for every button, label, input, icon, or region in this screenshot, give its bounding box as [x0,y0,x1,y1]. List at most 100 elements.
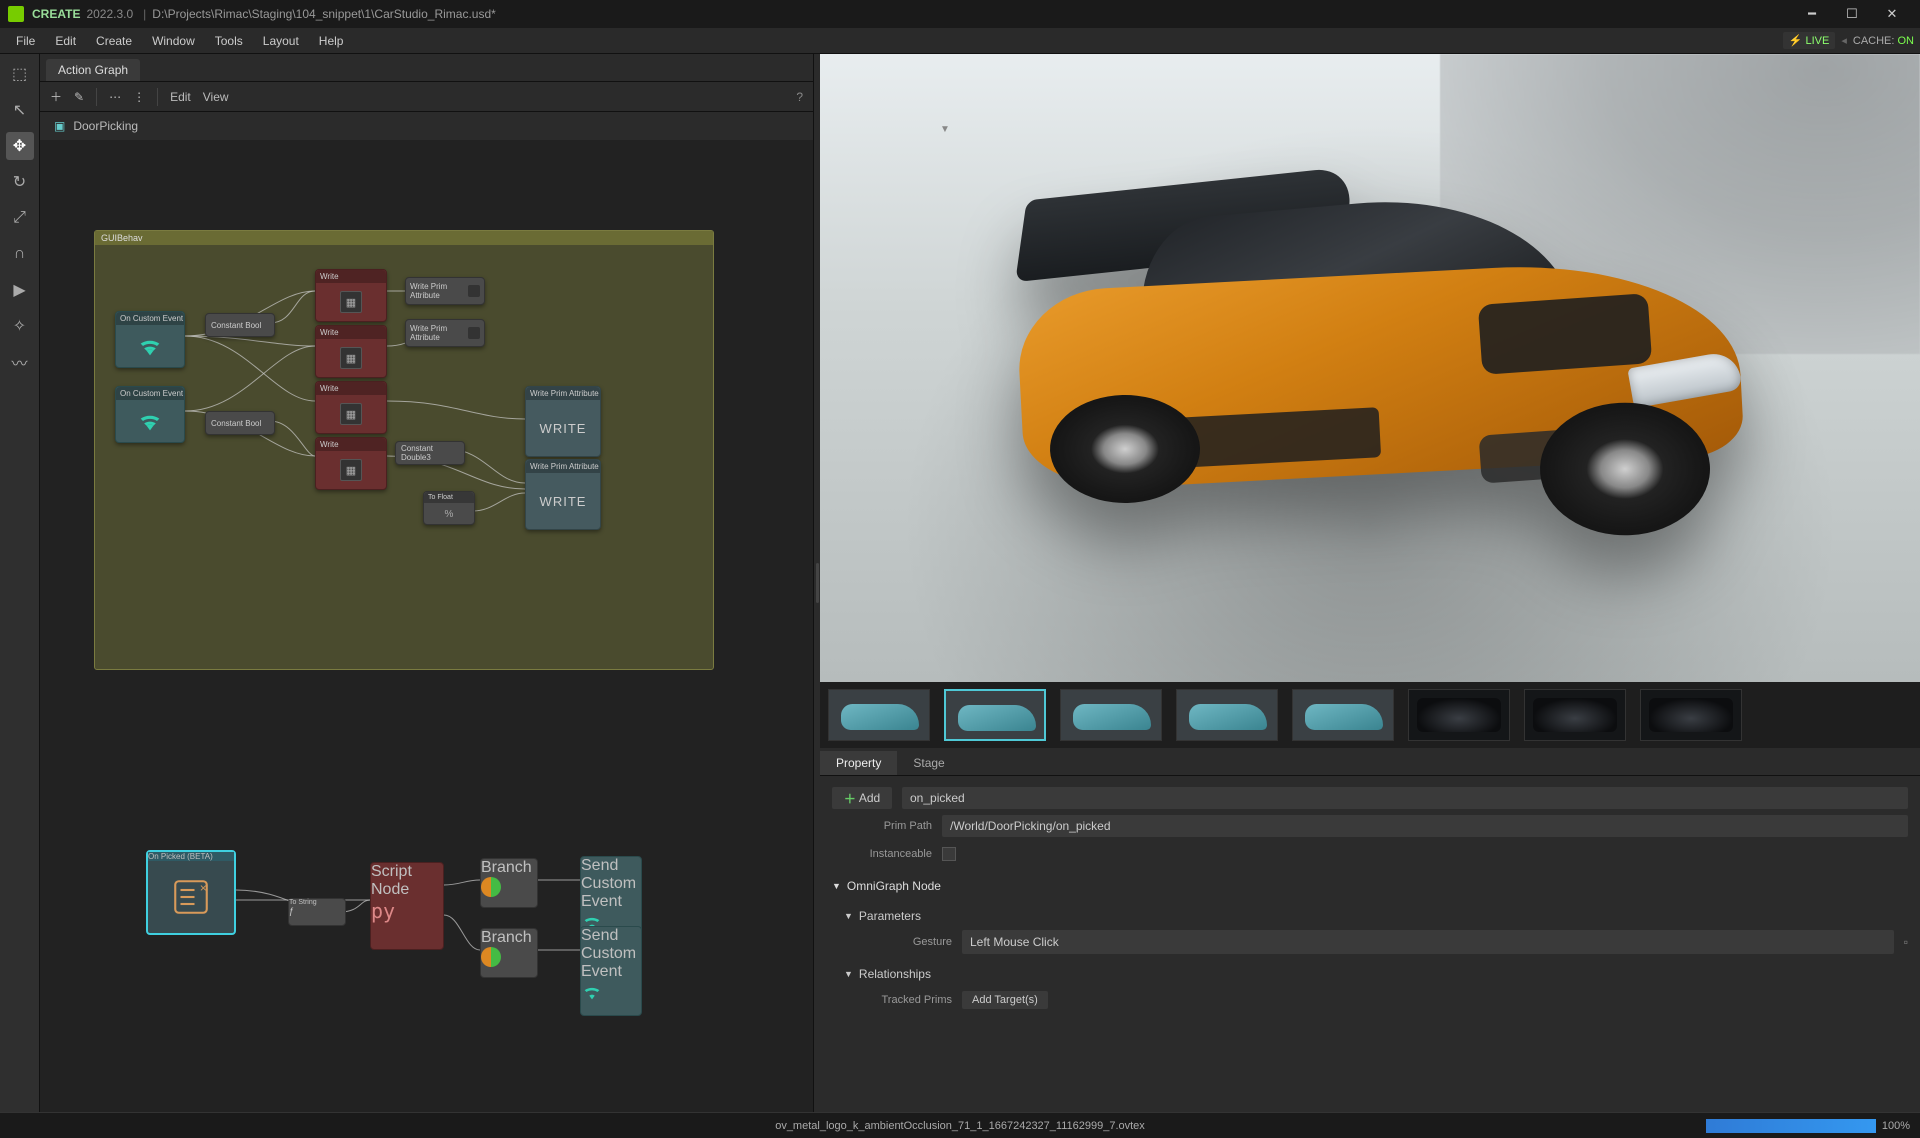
wifi-icon [581,981,603,1003]
reset-icon[interactable]: ▫ [1904,935,1908,949]
tool-snap[interactable]: ∩ [6,240,34,268]
node-send-custom-event[interactable]: Send Custom Event [580,926,642,1016]
thumbnail[interactable] [1176,689,1278,741]
menu-edit[interactable]: Edit [45,34,86,48]
property-panel: ＋Add on_picked Prim Path /World/DoorPick… [820,776,1920,1112]
node-on-picked[interactable]: On Picked (BETA) × [146,850,236,935]
list-icon: × [170,876,212,918]
graph-tabs: Action Graph [40,54,813,82]
app-version: 2022.3.0 [86,7,133,21]
status-file: ov_metal_logo_k_ambientOcclusion_71_1_16… [775,1120,1145,1132]
prim-name-field[interactable]: on_picked [902,787,1908,809]
menu-layout[interactable]: Layout [253,34,309,48]
instanceable-label: Instanceable [832,848,932,860]
gesture-dropdown[interactable]: Left Mouse Click▼ [962,930,1894,954]
tab-property[interactable]: Property [820,751,897,775]
section-omnigraph[interactable]: ▼OmniGraph Node [832,874,1908,898]
graph-toolbar: ＋ ✎ ⋯ ⋮ Edit View ? [40,82,813,112]
menu-help[interactable]: Help [309,34,354,48]
prim-path-field[interactable]: /World/DoorPicking/on_picked [942,815,1908,837]
wifi-icon [136,332,164,360]
progress-pct: 100% [1882,1120,1910,1132]
toolbar-view[interactable]: View [203,90,229,104]
menu-bar: File Edit Create Window Tools Layout Hel… [0,28,1920,54]
thumbnail[interactable] [944,689,1046,741]
node-write-prim-attribute[interactable]: Write Prim Attribute [405,277,485,305]
tool-rotate[interactable]: ↻ [6,168,34,196]
more-icon[interactable]: ⋯ [109,90,121,104]
menu-tools[interactable]: Tools [205,34,253,48]
svg-text:×: × [200,881,207,895]
thumbnail-strip [820,682,1920,748]
thumbnail[interactable] [1408,689,1510,741]
thumbnail[interactable] [1524,689,1626,741]
help-icon[interactable]: ? [796,90,803,104]
file-path: D:\Projects\Rimac\Staging\104_snippet\1\… [152,7,496,21]
instanceable-checkbox[interactable] [942,847,956,861]
prim-path-label: Prim Path [832,820,932,832]
section-relationships[interactable]: ▼Relationships [832,962,1908,986]
tool-pointer[interactable]: ↖ [6,96,34,124]
node-write[interactable]: Write▦ [315,381,387,434]
add-target-button[interactable]: Add Target(s) [962,991,1048,1009]
thumbnail[interactable] [1292,689,1394,741]
property-tabs: Property Stage [820,748,1920,776]
node-write[interactable]: Write▦ [315,325,387,378]
tracked-prims-label: Tracked Prims [852,994,952,1006]
compound-title: GUIBehav [95,231,713,245]
node-graph[interactable]: GUIBehav [40,140,813,1112]
node-write-prim-big[interactable]: Write Prim AttributeWRITE [525,459,601,530]
thumbnail[interactable] [1060,689,1162,741]
add-button[interactable]: ＋Add [832,787,892,809]
tab-action-graph[interactable]: Action Graph [46,59,140,81]
toolbar-edit[interactable]: Edit [170,90,191,104]
node-constant-double3[interactable]: Constant Double3 [395,441,465,465]
tool-light[interactable]: ✧ [6,312,34,340]
tool-move[interactable]: ✥ [6,132,34,160]
live-badge[interactable]: ⚡ LIVE [1783,32,1836,49]
minimize-button[interactable]: ━ [1792,6,1832,22]
thumbnail[interactable] [828,689,930,741]
graph-breadcrumb[interactable]: ▣ DoorPicking [40,112,813,140]
node-branch[interactable]: Branch [480,928,538,978]
node-constant-bool[interactable]: Constant Bool [205,411,275,435]
tool-strip: ⬚ ↖ ✥ ↻ ⤢ ∩ ▶ ✧ 〰 [0,54,40,1112]
progress-bar [1706,1119,1876,1133]
node-write-prim-attribute[interactable]: Write Prim Attribute [405,319,485,347]
gesture-label: Gesture [852,936,952,948]
compound-group[interactable]: GUIBehav [94,230,714,670]
add-node-icon[interactable]: ＋ [50,88,62,105]
node-on-custom-event[interactable]: On Custom Event [115,311,185,368]
overflow-icon[interactable]: ⋮ [133,90,145,104]
node-branch[interactable]: Branch [480,858,538,908]
app-logo-icon [8,6,24,22]
left-panel: Action Graph ＋ ✎ ⋯ ⋮ Edit View ? ▣ DoorP… [40,54,814,1112]
menu-create[interactable]: Create [86,34,142,48]
edit-pencil-icon[interactable]: ✎ [74,90,84,104]
node-write[interactable]: Write▦ [315,269,387,322]
graph-icon: ▣ [54,119,65,133]
tab-stage[interactable]: Stage [897,751,960,775]
node-on-custom-event[interactable]: On Custom Event [115,386,185,443]
title-bar: CREATE 2022.3.0 | D:\Projects\Rimac\Stag… [0,0,1920,28]
node-write-prim-big[interactable]: Write Prim AttributeWRITE [525,386,601,457]
node-write[interactable]: Write▦ [315,437,387,490]
thumbnail[interactable] [1640,689,1742,741]
menu-window[interactable]: Window [142,34,205,48]
cache-badge[interactable]: CACHE: ON [1853,35,1914,47]
tool-play[interactable]: ▶ [6,276,34,304]
menu-file[interactable]: File [6,34,45,48]
breadcrumb-label: DoorPicking [73,119,138,133]
node-to-float[interactable]: To Float% [423,491,475,525]
app-name: CREATE [32,7,80,21]
tool-brush[interactable]: 〰 [6,348,34,376]
tool-scale[interactable]: ⤢ [6,204,34,232]
node-to-string[interactable]: To Stringƒ [288,898,346,926]
section-parameters[interactable]: ▼Parameters [832,904,1908,928]
close-button[interactable]: ✕ [1872,6,1912,22]
wifi-icon [136,407,164,435]
node-constant-bool[interactable]: Constant Bool [205,313,275,337]
node-script[interactable]: Script Node py [370,862,444,950]
maximize-button[interactable]: ☐ [1832,6,1872,22]
tool-select-box[interactable]: ⬚ [6,60,34,88]
